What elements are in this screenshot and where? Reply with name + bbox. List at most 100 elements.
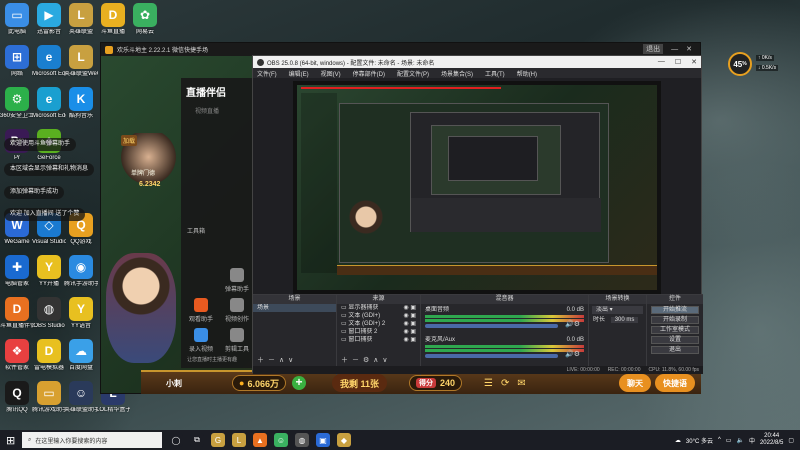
- speaker-icon[interactable]: 🔊⚙: [565, 320, 580, 328]
- side-menu-item[interactable]: 剪辑工具: [219, 328, 255, 353]
- volume-slider[interactable]: 🔊⚙: [425, 321, 580, 328]
- desktop-icon[interactable]: e Microsoft Edge: [32, 45, 66, 78]
- visibility-icon[interactable]: ◉ ▣: [403, 304, 416, 312]
- game-gift-icon[interactable]: ✉: [517, 378, 525, 389]
- notification-icon[interactable]: ▢: [788, 437, 794, 444]
- desktop-icon[interactable]: D 斗鱼直播伴侣: [0, 297, 34, 330]
- taskbar-app-icon[interactable]: ◯: [169, 433, 183, 447]
- taskbar-app-icon[interactable]: L: [232, 433, 246, 447]
- side-menu-item[interactable]: 观看助手: [183, 298, 219, 323]
- obs-window[interactable]: OBS 25.0.8 (64-bit, windows) - 配置文件: 未命名…: [252, 55, 703, 375]
- side-menu-item[interactable]: 弹幕助手: [219, 268, 255, 293]
- game-menu-icon[interactable]: ☰: [484, 378, 493, 389]
- source-item[interactable]: ▭ 窗口捕获 ◉ ▣: [337, 336, 420, 344]
- desktop-icon[interactable]: D 雷电模拟器: [32, 339, 66, 372]
- desktop-icon[interactable]: ☺ 英雄联盟助手: [64, 381, 98, 414]
- obs-menu-item[interactable]: 停靠部件(D): [353, 69, 385, 78]
- taskbar-app-icon[interactable]: ◆: [337, 433, 351, 447]
- network-icon[interactable]: ▭: [726, 437, 732, 444]
- desktop-icon[interactable]: ✚ 电脑管家: [0, 255, 34, 288]
- transition-duration[interactable]: 时长 300 ms: [589, 316, 646, 324]
- duration-value[interactable]: 300 ms: [610, 317, 639, 323]
- source-item[interactable]: ▭ 文本 (GDI+) ◉ ▣: [337, 312, 420, 320]
- obs-menu-item[interactable]: 编辑(E): [289, 69, 309, 78]
- taskbar-app-icon[interactable]: ⧉: [190, 433, 204, 447]
- obs-menu-item[interactable]: 文件(F): [257, 69, 277, 78]
- side-menu-item[interactable]: 录入视频: [183, 328, 219, 353]
- source-item[interactable]: ▭ 窗口捕获 2 ◉ ▣: [337, 328, 420, 336]
- desktop-icon[interactable]: Y YY开播: [32, 255, 66, 288]
- menu-item-label: 剪辑工具: [224, 347, 249, 353]
- desktop-icon[interactable]: L 英雄联盟: [64, 3, 98, 36]
- desktop-icon[interactable]: e Microsoft Edge: [32, 87, 66, 120]
- desktop-icon[interactable]: L 英雄联盟WeGame版: [64, 45, 98, 78]
- quick-phrase-button[interactable]: 快捷语: [655, 374, 695, 392]
- ime-indicator[interactable]: 中: [749, 436, 755, 445]
- danmaku-message: 本区域会显示弹幕和礼物消息: [4, 163, 95, 176]
- weather-text[interactable]: 30°C 多云: [686, 436, 713, 445]
- desktop-icon-label: YY开播: [38, 281, 59, 287]
- scene-item[interactable]: 场景: [253, 304, 336, 312]
- obs-control-button[interactable]: 设置: [651, 336, 699, 344]
- minimize-icon[interactable]: —: [671, 46, 678, 53]
- taskbar-app-icon[interactable]: ▲: [253, 433, 267, 447]
- speaker-icon[interactable]: 🔊⚙: [565, 350, 580, 358]
- desktop-icon[interactable]: ⊞ 网络: [0, 45, 34, 78]
- taskbar-clock[interactable]: 20:44 2022/8/5: [760, 433, 783, 447]
- desktop-icon[interactable]: ❖ 软件管家: [0, 339, 34, 372]
- volume-meter: [425, 319, 584, 322]
- taskbar-app-icon[interactable]: ▣: [316, 433, 330, 447]
- start-icon[interactable]: ⊞: [6, 434, 15, 447]
- source-item[interactable]: ▭ 文本 (GDI+) 2 ◉ ▣: [337, 320, 420, 328]
- obs-preview[interactable]: [293, 81, 661, 294]
- desktop-icon[interactable]: ☁ 百度网盘: [64, 339, 98, 372]
- taskbar-search[interactable]: ⌕ 在这里输入你要搜索的内容: [22, 432, 162, 448]
- app-icon: ❖: [5, 339, 29, 363]
- live-companion-tab[interactable]: 视频直播: [195, 106, 219, 115]
- obs-minimize-icon[interactable]: —: [658, 58, 665, 66]
- desktop-icon[interactable]: Q 腾讯QQ: [0, 381, 34, 414]
- obs-menu-item[interactable]: 帮助(H): [517, 69, 537, 78]
- volume-icon[interactable]: 🔈: [736, 437, 743, 444]
- desktop-icon[interactable]: ▭ 腾讯游戏助手: [32, 381, 66, 414]
- tray-arrow-icon[interactable]: ^: [718, 437, 721, 443]
- obs-menu-item[interactable]: 场景集合(S): [441, 69, 473, 78]
- game-exit-button[interactable]: 退出: [643, 44, 664, 54]
- desktop-icon[interactable]: ⚙ 360安全卫士: [0, 87, 34, 120]
- obs-menu-item[interactable]: 工具(T): [485, 69, 505, 78]
- obs-control-button[interactable]: 退出: [651, 346, 699, 354]
- desktop-icon[interactable]: ✿ 网易云: [128, 3, 162, 36]
- volume-slider[interactable]: 🔊⚙: [425, 351, 580, 358]
- desktop-icon[interactable]: Y YY语音: [64, 297, 98, 330]
- transition-type-select[interactable]: 淡出 ▾: [592, 306, 643, 314]
- desktop-icon[interactable]: ◉ 腾讯手游助手对战平台: [64, 255, 98, 288]
- desktop-icon[interactable]: D 斗鱼直播: [96, 3, 130, 36]
- network-speed-widget[interactable]: 45% ↑ 0K/s ↓ 0.5K/s: [728, 52, 784, 76]
- obs-control-button[interactable]: 开始录制: [651, 316, 699, 324]
- game-refresh-icon[interactable]: ⟳: [501, 378, 509, 389]
- taskbar-app-icon[interactable]: ☺: [274, 433, 288, 447]
- desktop-icon-label: 英雄联盟WeGame版: [64, 71, 98, 77]
- visibility-icon[interactable]: ◉ ▣: [403, 320, 416, 328]
- obs-menu-item[interactable]: 视图(V): [321, 69, 341, 78]
- desktop-icon[interactable]: K 酷狗音乐: [64, 87, 98, 120]
- obs-close-icon[interactable]: ✕: [691, 58, 697, 66]
- source-item[interactable]: ▭ 显示器捕获 ◉ ▣: [337, 304, 420, 312]
- visibility-icon[interactable]: ◉ ▣: [403, 336, 416, 344]
- side-menu-item[interactable]: 视频创作: [219, 298, 255, 323]
- add-coin-button[interactable]: +: [291, 376, 306, 390]
- visibility-icon[interactable]: ◉ ▣: [403, 312, 416, 320]
- obs-control-button[interactable]: 开始推流: [651, 306, 699, 314]
- obs-menu-item[interactable]: 配置文件(P): [397, 69, 429, 78]
- close-icon[interactable]: ✕: [686, 45, 692, 53]
- visibility-icon[interactable]: ◉ ▣: [403, 328, 416, 336]
- obs-control-button[interactable]: 工作室模式: [651, 326, 699, 334]
- desktop-icon-label: 腾讯游戏助手: [32, 407, 66, 413]
- obs-maximize-icon[interactable]: ☐: [675, 58, 681, 66]
- desktop-icon[interactable]: ▭ 此电脑: [0, 3, 34, 36]
- taskbar-app-icon[interactable]: ◍: [295, 433, 309, 447]
- desktop-icon[interactable]: ◍ OBS Studio: [32, 297, 66, 330]
- taskbar-app-icon[interactable]: G: [211, 433, 225, 447]
- desktop-icon[interactable]: ▶ 迅雷影音: [32, 3, 66, 36]
- chat-button[interactable]: 聊天: [619, 374, 651, 392]
